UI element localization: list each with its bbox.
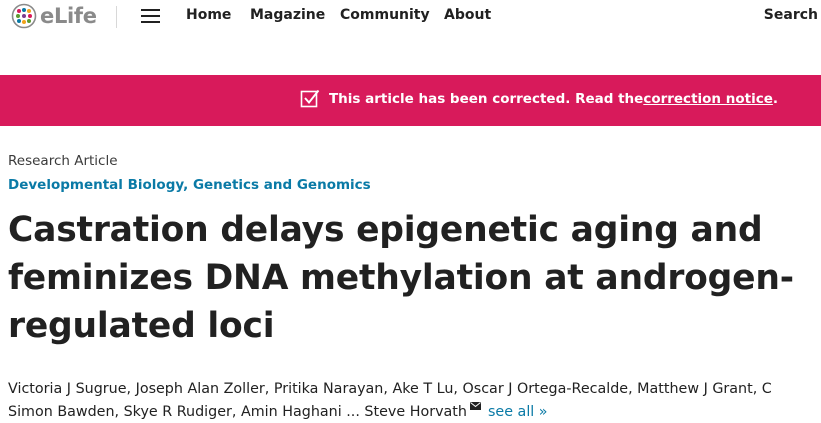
nav-magazine[interactable]: Magazine bbox=[250, 7, 325, 23]
subject-links[interactable]: Developmental Biology, Genetics and Geno… bbox=[8, 177, 371, 193]
authors-names[interactable]: Simon Bawden, Skye R Rudiger, Amin Hagha… bbox=[8, 404, 467, 420]
article-type: Research Article bbox=[8, 153, 118, 169]
nav-home[interactable]: Home bbox=[186, 7, 231, 23]
correction-banner: This article has been corrected. Read th… bbox=[0, 75, 821, 126]
nav-community[interactable]: Community bbox=[340, 7, 430, 23]
authors-line-1: Victoria J Sugrue, Joseph Alan Zoller, P… bbox=[8, 381, 772, 397]
authors-line-2: Simon Bawden, Skye R Rudiger, Amin Hagha… bbox=[8, 401, 820, 423]
page-title: Castration delays epigenetic aging and f… bbox=[8, 210, 794, 346]
correction-text: This article has been corrected. Read th… bbox=[328, 91, 644, 107]
elife-logo-icon bbox=[11, 3, 37, 29]
correction-message: This article has been corrected. Read th… bbox=[300, 89, 778, 109]
nav-about[interactable]: About bbox=[444, 7, 491, 23]
correction-period: . bbox=[772, 91, 778, 107]
search-button[interactable]: Search bbox=[764, 7, 818, 23]
author-list: Victoria J Sugrue, Joseph Alan Zoller, P… bbox=[8, 378, 820, 423]
correction-notice-link[interactable]: correction notice bbox=[643, 91, 773, 107]
logo-text: eLife bbox=[40, 4, 97, 28]
see-all-authors-link[interactable]: see all » bbox=[488, 404, 548, 420]
elife-logo[interactable]: eLife bbox=[11, 2, 97, 30]
menu-icon[interactable] bbox=[141, 9, 160, 24]
checkbox-checked-icon bbox=[300, 89, 320, 108]
envelope-icon[interactable] bbox=[469, 401, 481, 410]
header-divider bbox=[116, 6, 117, 28]
site-header: eLife Home Magazine Community About Sear… bbox=[0, 0, 821, 36]
